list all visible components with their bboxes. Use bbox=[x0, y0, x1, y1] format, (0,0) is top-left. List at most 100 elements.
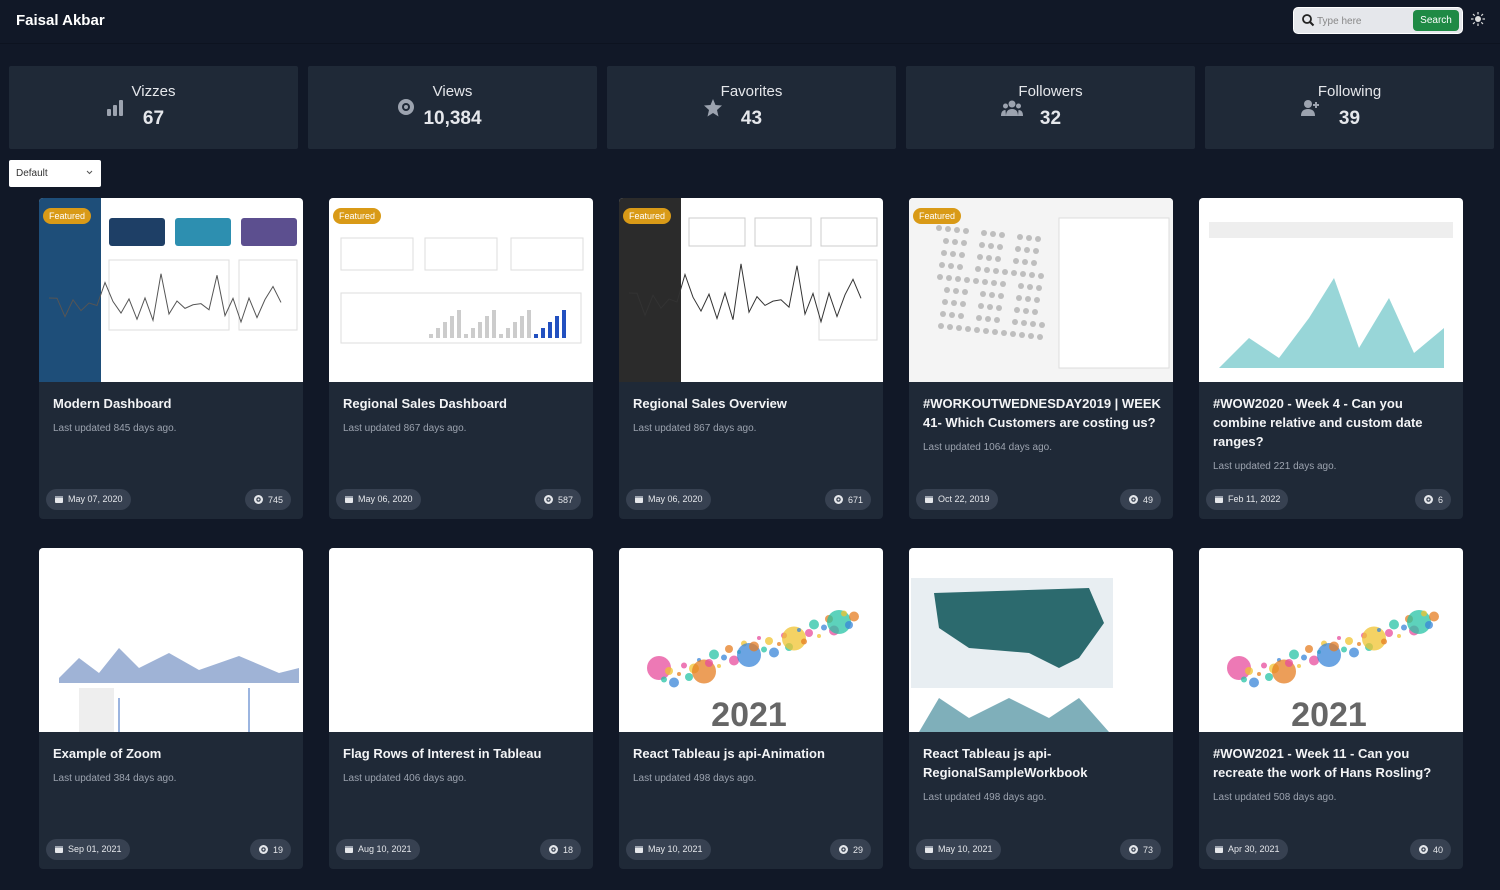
viz-card[interactable]: #WOW2020 - Week 4 - Can you combine rela… bbox=[1199, 198, 1463, 519]
viz-title[interactable]: #WOW2020 - Week 4 - Can you combine rela… bbox=[1213, 396, 1423, 449]
svg-text:2021: 2021 bbox=[711, 696, 787, 732]
search-button[interactable]: Search bbox=[1413, 10, 1459, 31]
stat-value: 67 bbox=[142, 108, 165, 129]
chevron-down-icon bbox=[86, 170, 93, 175]
last-updated: Last updated 867 days ago. bbox=[343, 423, 467, 434]
viz-card[interactable]: Featured Regional Sales Overview Last upd… bbox=[619, 198, 883, 519]
viz-thumbnail[interactable]: 2021 bbox=[1199, 548, 1463, 732]
last-updated: Last updated 867 days ago. bbox=[633, 423, 757, 434]
view-count: 49 bbox=[1119, 489, 1161, 510]
calendar-icon bbox=[925, 846, 933, 853]
eye-icon bbox=[838, 845, 848, 854]
eye-icon bbox=[1418, 845, 1428, 854]
view-count: 29 bbox=[829, 839, 871, 860]
featured-badge: Featured bbox=[43, 208, 92, 224]
viz-title[interactable]: Flag Rows of Interest in Tableau bbox=[343, 746, 541, 761]
last-updated: Last updated 508 days ago. bbox=[1213, 792, 1337, 803]
viz-card[interactable]: 2021 React Tableau js api-Animation Last … bbox=[619, 548, 883, 869]
viz-thumbnail[interactable]: Featured bbox=[619, 198, 883, 382]
calendar-icon bbox=[345, 496, 353, 503]
last-updated: Last updated 845 days ago. bbox=[53, 423, 177, 434]
search-input[interactable] bbox=[1317, 12, 1407, 30]
view-count: 671 bbox=[824, 489, 871, 510]
publish-date: May 10, 2021 bbox=[626, 839, 711, 860]
calendar-icon bbox=[55, 496, 63, 503]
last-updated: Last updated 384 days ago. bbox=[53, 773, 177, 784]
eye-icon bbox=[1423, 495, 1433, 504]
last-updated: Last updated 1064 days ago. bbox=[923, 442, 1052, 453]
calendar-icon bbox=[55, 846, 63, 853]
publish-date: May 06, 2020 bbox=[336, 489, 421, 510]
stat-label: Following bbox=[1317, 83, 1382, 100]
stat-label: Vizzes bbox=[131, 83, 176, 100]
viz-card[interactable]: Flag Rows of Interest in Tableau Last upd… bbox=[329, 548, 593, 869]
viz-title[interactable]: React Tableau js api-Animation bbox=[633, 746, 825, 761]
calendar-icon bbox=[1215, 496, 1223, 503]
viz-card[interactable]: Featured Modern Dashboard Last updated 84… bbox=[39, 198, 303, 519]
viz-thumbnail[interactable]: Featured bbox=[329, 198, 593, 382]
publish-date: May 07, 2020 bbox=[46, 489, 131, 510]
stat-label: Followers bbox=[1018, 83, 1083, 100]
view-count: 745 bbox=[244, 489, 291, 510]
stat-card-views: Views 10,384 bbox=[308, 66, 597, 149]
stat-label: Views bbox=[432, 83, 473, 100]
viz-title[interactable]: Modern Dashboard bbox=[53, 396, 171, 411]
viz-title[interactable]: React Tableau js api-RegionalSampleWorkb… bbox=[923, 746, 1087, 780]
publish-date: Apr 30, 2021 bbox=[1206, 839, 1288, 860]
eye-icon bbox=[1128, 495, 1138, 504]
viz-thumbnail[interactable]: 2021 bbox=[619, 548, 883, 732]
viz-thumbnail[interactable]: Featured bbox=[909, 198, 1173, 382]
publish-date: May 10, 2021 bbox=[916, 839, 1001, 860]
viz-title[interactable]: Example of Zoom bbox=[53, 746, 161, 761]
eye-icon bbox=[1128, 845, 1138, 854]
viz-thumbnail[interactable] bbox=[1199, 198, 1463, 382]
svg-text:2021: 2021 bbox=[1291, 696, 1367, 732]
viz-thumbnail[interactable] bbox=[329, 548, 593, 732]
view-count: 40 bbox=[1409, 839, 1451, 860]
viz-title[interactable]: #WOW2021 - Week 11 - Can you recreate th… bbox=[1213, 746, 1431, 780]
view-count: 18 bbox=[539, 839, 581, 860]
calendar-icon bbox=[1215, 846, 1223, 853]
search-icon bbox=[1302, 14, 1315, 27]
eye-icon bbox=[543, 495, 553, 504]
calendar-icon bbox=[635, 496, 643, 503]
viz-title[interactable]: Regional Sales Overview bbox=[633, 396, 787, 411]
stat-label: Favorites bbox=[720, 83, 783, 100]
eye-icon bbox=[833, 495, 843, 504]
viz-card[interactable]: 2021 #WOW2021 - Week 11 - Can you recrea… bbox=[1199, 548, 1463, 869]
viz-thumbnail[interactable] bbox=[909, 548, 1173, 732]
viz-title[interactable]: #WORKOUTWEDNESDAY2019 | WEEK 41- Which C… bbox=[923, 396, 1161, 430]
viz-title[interactable]: Regional Sales Dashboard bbox=[343, 396, 507, 411]
viz-card[interactable]: Featured #WORKOUTWEDNESDAY2019 | WEEK 41… bbox=[909, 198, 1173, 519]
publish-date: Feb 11, 2022 bbox=[1206, 489, 1289, 510]
last-updated: Last updated 498 days ago. bbox=[923, 792, 1047, 803]
stat-value: 43 bbox=[740, 108, 763, 129]
stat-value: 32 bbox=[1039, 108, 1062, 129]
viz-card[interactable]: React Tableau js api-RegionalSampleWorkb… bbox=[909, 548, 1173, 869]
viz-card[interactable]: Example of Zoom Last updated 384 days ago… bbox=[39, 548, 303, 869]
sort-selected: Default bbox=[16, 168, 48, 179]
view-count: 73 bbox=[1119, 839, 1161, 860]
eye-icon bbox=[258, 845, 268, 854]
stat-card-favorites: Favorites 43 bbox=[607, 66, 896, 149]
top-bar: Faisal Akbar Search bbox=[0, 0, 1500, 44]
calendar-icon bbox=[925, 496, 933, 503]
publish-date: May 06, 2020 bbox=[626, 489, 711, 510]
sort-dropdown[interactable]: Default bbox=[9, 160, 101, 187]
stat-card-following: Following 39 bbox=[1205, 66, 1494, 149]
last-updated: Last updated 221 days ago. bbox=[1213, 461, 1337, 472]
last-updated: Last updated 406 days ago. bbox=[343, 773, 467, 784]
publish-date: Oct 22, 2019 bbox=[916, 489, 998, 510]
stat-value: 10,384 bbox=[423, 108, 482, 129]
view-count: 6 bbox=[1414, 489, 1451, 510]
calendar-icon bbox=[345, 846, 353, 853]
eye-icon bbox=[548, 845, 558, 854]
theme-toggle-sun-icon[interactable] bbox=[1471, 12, 1485, 26]
viz-thumbnail[interactable]: Featured bbox=[39, 198, 303, 382]
eye-icon bbox=[253, 495, 263, 504]
stat-value: 39 bbox=[1338, 108, 1361, 129]
viz-card[interactable]: Featured Regional Sales Dashboard Last up… bbox=[329, 198, 593, 519]
viz-thumbnail[interactable] bbox=[39, 548, 303, 732]
publish-date: Sep 01, 2021 bbox=[46, 839, 130, 860]
search-box: Search bbox=[1293, 7, 1463, 34]
